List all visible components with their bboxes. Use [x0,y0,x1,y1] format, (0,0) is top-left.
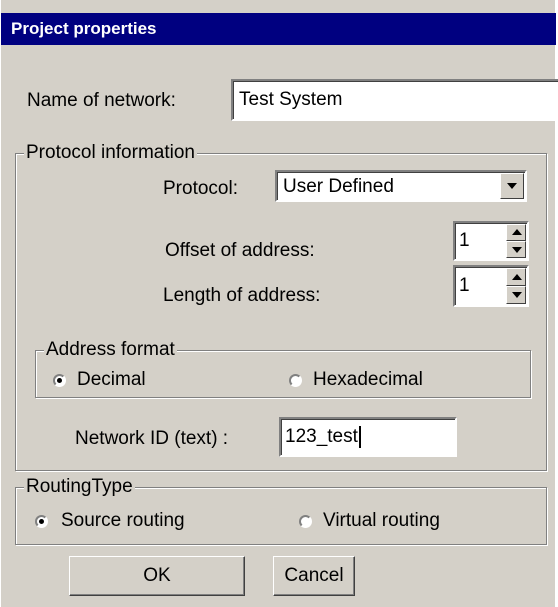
length-address-label: Length of address: [163,285,321,306]
cancel-button[interactable]: Cancel [273,556,355,596]
offset-address-spinner[interactable]: 1 [453,221,529,261]
arrow-down-icon [512,247,522,253]
network-id-label: Network ID (text) : [75,428,229,449]
length-spin-up-button[interactable] [506,268,526,286]
arrow-down-icon [512,292,522,298]
radio-source-routing-label[interactable]: Source routing [61,510,185,532]
text-caret [358,426,361,448]
length-spin-down-button[interactable] [506,286,526,304]
address-format-legend: Address format [44,339,177,361]
radio-decimal-label[interactable]: Decimal [77,369,146,391]
protocol-select[interactable]: User Defined [275,170,527,202]
radio-source-routing[interactable] [35,515,48,528]
arrow-up-icon [512,274,522,280]
offset-spin-up-button[interactable] [506,224,526,241]
offset-address-label: Offset of address: [165,240,315,261]
network-name-label: Name of network: [27,90,176,111]
protocol-dropdown-button[interactable] [500,173,524,199]
radio-virtual-routing[interactable] [299,515,312,528]
radio-decimal[interactable] [53,374,66,387]
chevron-down-icon [507,183,517,189]
radio-virtual-routing-label[interactable]: Virtual routing [323,510,440,532]
window-title: Project properties [11,19,157,38]
ok-button[interactable]: OK [69,556,245,596]
protocol-information-legend: Protocol information [24,142,197,164]
project-properties-dialog: Project properties Name of network: Test… [0,0,558,607]
title-bar: Project properties [1,13,556,45]
network-name-input[interactable]: Test System [231,79,558,121]
network-id-value: 123_test [285,426,358,448]
routing-type-legend: RoutingType [24,476,135,498]
radio-hexadecimal[interactable] [289,374,302,387]
radio-hexadecimal-label[interactable]: Hexadecimal [313,369,423,391]
length-address-spinner[interactable]: 1 [453,265,529,307]
network-id-input[interactable]: 123_test [279,417,457,457]
offset-spin-down-button[interactable] [506,241,526,258]
protocol-label: Protocol: [163,178,238,199]
arrow-up-icon [512,229,522,235]
